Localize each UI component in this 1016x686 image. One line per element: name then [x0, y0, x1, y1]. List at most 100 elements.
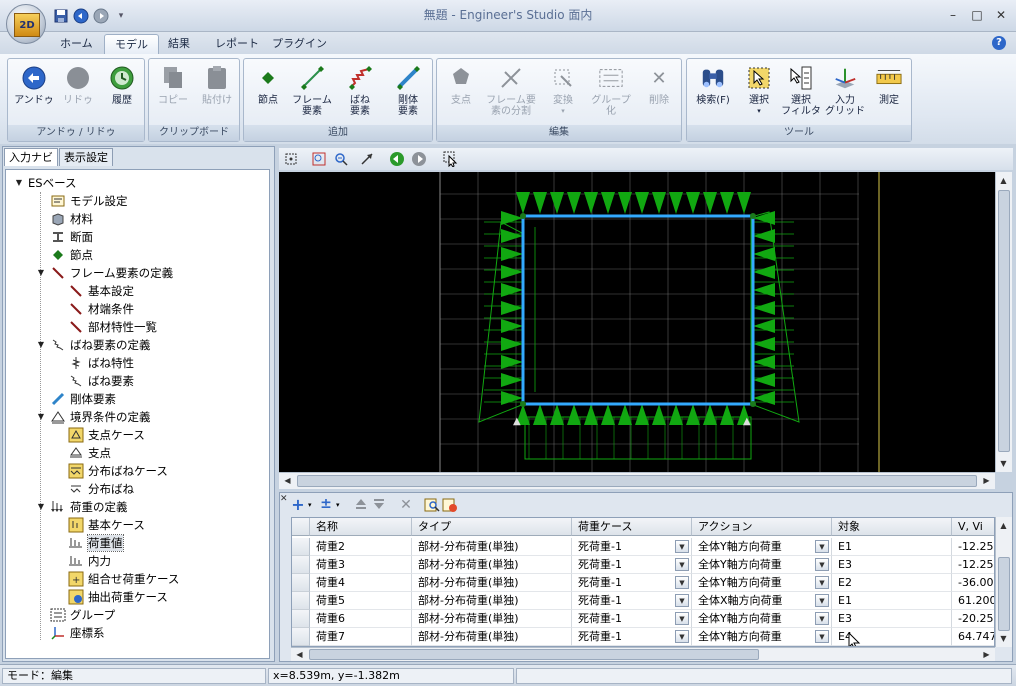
table-cell-value[interactable]: 64.747 — [952, 628, 994, 646]
scroll-right-icon[interactable]: ▶ — [979, 647, 994, 662]
split-frame-button[interactable]: フレーム要 素の分割 — [481, 65, 541, 117]
help-icon[interactable]: ? — [992, 36, 1006, 50]
table-cell-action[interactable]: 全体Y軸方向荷重 — [692, 628, 832, 646]
tab-input-navi[interactable]: 入力ナビ — [4, 148, 58, 166]
table-cell-name[interactable]: 荷重5 — [310, 592, 412, 610]
table-cell-name[interactable]: 荷重6 — [310, 610, 412, 628]
tree-item-6[interactable]: 基本設定 — [68, 282, 134, 300]
model-canvas[interactable]: ▲ ▲ — [279, 172, 995, 472]
cell-dropdown-icon[interactable]: ▼ — [815, 612, 829, 625]
column-header[interactable]: V, Vi — [952, 518, 994, 536]
scroll-thumb[interactable] — [297, 475, 977, 487]
tree-item-7[interactable]: 材端条件 — [68, 300, 134, 318]
table-cell-action[interactable]: 全体Y軸方向荷重 — [692, 574, 832, 592]
table-cell-action[interactable]: 全体Y軸方向荷重 — [692, 538, 832, 556]
table-cell-value[interactable]: -20.250 — [952, 610, 994, 628]
insert-dropdown-icon[interactable]: ▾ — [336, 501, 344, 509]
tree-item-2[interactable]: 材料 — [50, 210, 93, 228]
table-cell-target[interactable]: E1 — [832, 592, 952, 610]
row-header[interactable] — [292, 628, 310, 646]
scroll-up-icon[interactable]: ▲ — [996, 173, 1011, 188]
tree-item-13[interactable]: 境界条件の定義 — [50, 408, 151, 426]
table-vertical-scrollbar[interactable]: ▲ ▼ — [995, 517, 1012, 647]
table-cell-type[interactable]: 部材-分布荷重(単独) — [412, 628, 572, 646]
tree-item-1[interactable]: モデル設定 — [50, 192, 128, 210]
row-header[interactable] — [292, 610, 310, 628]
table-cell-value[interactable]: 61.200 — [952, 592, 994, 610]
tab-model[interactable]: モデル — [104, 34, 159, 54]
column-header[interactable]: 荷重ケース — [572, 518, 692, 536]
minimize-icon[interactable]: – — [946, 8, 960, 22]
scroll-right-icon[interactable]: ▶ — [979, 473, 994, 488]
tree-item-21[interactable]: 内力 — [68, 552, 111, 570]
find-icon[interactable] — [424, 497, 440, 513]
table-cell-case[interactable]: 死荷重-1 — [572, 538, 692, 556]
scroll-left-icon[interactable]: ◀ — [292, 647, 307, 662]
expand-toggle-icon[interactable]: ▼ — [36, 412, 46, 422]
tree-item-5[interactable]: フレーム要素の定義 — [50, 264, 173, 282]
tree-item-0[interactable]: ESベース — [28, 174, 77, 192]
column-header[interactable]: タイプ — [412, 518, 572, 536]
tree-item-22[interactable]: + 組合せ荷重ケース — [68, 570, 179, 588]
tab-home[interactable]: ホーム — [50, 34, 103, 54]
undo-button[interactable]: アンドゥ — [14, 65, 54, 106]
previous-view-icon[interactable] — [389, 151, 405, 167]
zoom-window-icon[interactable] — [311, 151, 327, 167]
table-cell-target[interactable]: E3 — [832, 556, 952, 574]
expand-toggle-icon[interactable]: ▼ — [36, 268, 46, 278]
move-up-icon[interactable] — [354, 497, 370, 513]
scroll-thumb[interactable] — [998, 190, 1010, 452]
viewport-vertical-scrollbar[interactable]: ▲ ▼ — [995, 172, 1012, 472]
viewport-horizontal-scrollbar[interactable]: ◀ ▶ — [279, 472, 995, 489]
tree-item-15[interactable]: 支点 — [68, 444, 111, 462]
table-cell-value[interactable]: -36.000 — [952, 574, 994, 592]
table-cell-case[interactable]: 死荷重-1 — [572, 592, 692, 610]
table-cell-type[interactable]: 部材-分布荷重(単独) — [412, 538, 572, 556]
scroll-down-icon[interactable]: ▼ — [996, 631, 1011, 646]
select-filter-button[interactable]: 選択 フィルタ — [781, 65, 821, 117]
scroll-left-icon[interactable]: ◀ — [280, 473, 295, 488]
tree-item-8[interactable]: 部材特性一覧 — [68, 318, 157, 336]
tree-item-10[interactable]: ばね特性 — [68, 354, 134, 372]
cell-dropdown-icon[interactable]: ▼ — [815, 540, 829, 553]
cell-dropdown-icon[interactable]: ▼ — [675, 576, 689, 589]
tree-item-18[interactable]: 荷重の定義 — [50, 498, 128, 516]
table-cell-target[interactable]: E2 — [832, 574, 952, 592]
table-cell-target[interactable]: E3 — [832, 610, 952, 628]
tree-item-9[interactable]: ばね要素の定義 — [50, 336, 151, 354]
tree-item-4[interactable]: 節点 — [50, 246, 93, 264]
tree-item-23[interactable]: 抽出荷重ケース — [68, 588, 168, 606]
input-grid-button[interactable]: 入力 グリッド — [825, 65, 865, 117]
column-header[interactable]: 対象 — [832, 518, 952, 536]
scroll-down-icon[interactable]: ▼ — [996, 456, 1011, 471]
table-cell-case[interactable]: 死荷重-1 — [572, 556, 692, 574]
tree-item-11[interactable]: ばね要素 — [68, 372, 134, 390]
fit-view-icon[interactable] — [283, 151, 299, 167]
table-cell-case[interactable]: 死荷重-1 — [572, 628, 692, 646]
table-cell-action[interactable]: 全体Y軸方向荷重 — [692, 610, 832, 628]
copy-button[interactable]: コピー — [153, 65, 193, 106]
expand-toggle-icon[interactable]: ▼ — [14, 178, 24, 188]
tab-report[interactable]: レポート — [205, 34, 269, 54]
table-cell-action[interactable]: 全体X軸方向荷重 — [692, 592, 832, 610]
tree-item-25[interactable]: 座標系 — [50, 624, 105, 642]
close-icon[interactable]: ✕ — [994, 8, 1008, 22]
tab-plugins[interactable]: プラグイン — [262, 34, 337, 54]
tree-item-19[interactable]: 基本ケース — [68, 516, 145, 534]
table-cell-type[interactable]: 部材-分布荷重(単独) — [412, 592, 572, 610]
app-menu-button[interactable]: 2D — [6, 4, 46, 44]
cell-dropdown-icon[interactable]: ▼ — [675, 630, 689, 643]
move-down-icon[interactable] — [372, 497, 388, 513]
scroll-thumb[interactable] — [309, 649, 759, 660]
table-cell-name[interactable]: 荷重7 — [310, 628, 412, 646]
table-cell-case[interactable]: 死荷重-1 — [572, 574, 692, 592]
delete-button[interactable]: ✕ 削除 — [639, 65, 679, 106]
table-cell-target[interactable]: E1 — [832, 538, 952, 556]
row-header[interactable] — [292, 574, 310, 592]
next-view-icon[interactable] — [411, 151, 427, 167]
add-node-button[interactable]: 節点 — [248, 65, 288, 106]
tree-item-24[interactable]: グループ — [50, 606, 115, 624]
zoom-out-icon[interactable] — [333, 151, 349, 167]
add-frame-element-button[interactable]: フレーム 要素 — [290, 65, 334, 117]
tree-item-3[interactable]: 断面 — [50, 228, 93, 246]
